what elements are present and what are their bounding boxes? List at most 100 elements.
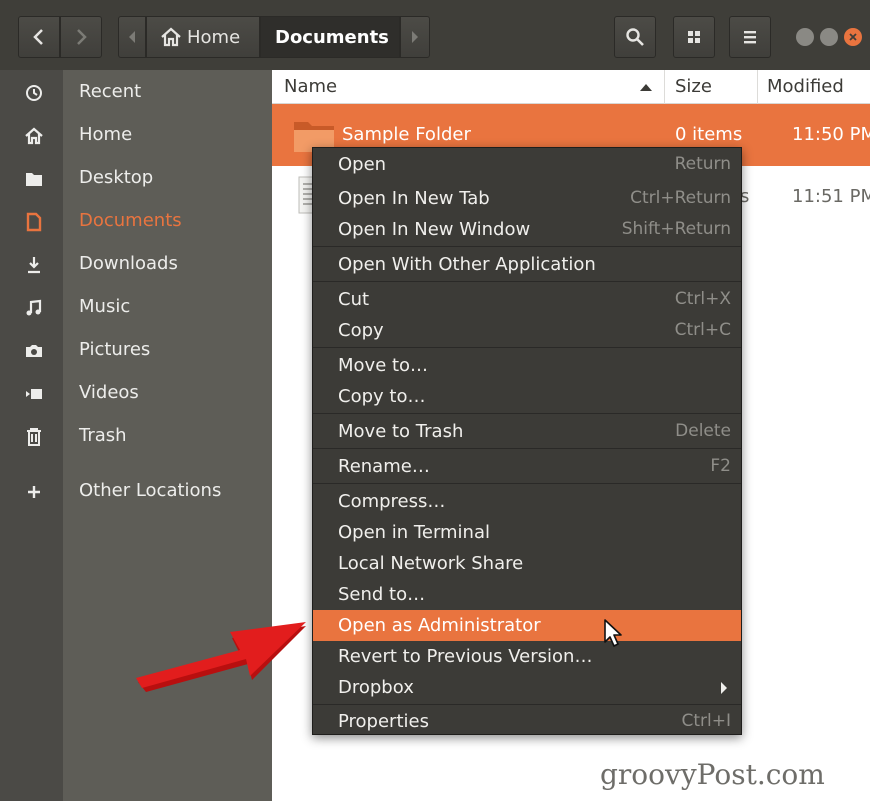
menu-item-open[interactable]: Open Return [313, 149, 741, 180]
annotation-arrow-icon [136, 622, 306, 692]
menu-item-move-to[interactable]: Move to… [313, 350, 741, 381]
menu-item-properties[interactable]: Properties Ctrl+I [313, 706, 741, 737]
menu-item-open-as-administrator[interactable]: Open as Administrator [313, 610, 741, 641]
view-grid-button[interactable] [673, 16, 715, 58]
menu-separator [313, 704, 741, 705]
column-header-size[interactable]: Size [675, 76, 712, 97]
path-scroll-right-button[interactable] [400, 16, 430, 58]
sidebar-item-pictures[interactable]: Pictures [0, 328, 272, 371]
sidebar-item-label: Downloads [79, 253, 178, 274]
menu-item-label: Open With Other Application [338, 254, 596, 275]
sidebar-item-desktop[interactable]: Desktop [0, 156, 272, 199]
sidebar-item-trash[interactable]: Trash [0, 414, 272, 457]
menu-item-label: Cut [338, 289, 370, 310]
column-header-modified[interactable]: Modified [767, 76, 844, 97]
sidebar-item-downloads[interactable]: Downloads [0, 242, 272, 285]
document-icon [26, 212, 42, 232]
menu-separator [313, 281, 741, 282]
path-scroll-left-button[interactable] [118, 16, 146, 58]
path-current-label: Documents [275, 26, 389, 48]
sidebar-item-label: Videos [79, 382, 139, 403]
sidebar-item-label: Music [79, 296, 131, 317]
menu-item-open-in-terminal[interactable]: Open in Terminal [313, 517, 741, 548]
menu-item-send-to[interactable]: Send to… [313, 579, 741, 610]
sort-ascending-icon[interactable] [639, 82, 653, 92]
sidebar-item-label: Trash [79, 425, 127, 446]
file-name: Sample Folder [342, 124, 471, 145]
menu-item-label: Open as Administrator [338, 615, 541, 636]
sidebar-item-recent[interactable]: Recent [0, 70, 272, 113]
close-button[interactable] [844, 28, 862, 46]
maximize-button[interactable] [820, 28, 838, 46]
file-size: 0 items [675, 124, 743, 145]
menu-separator [313, 483, 741, 484]
path-home-button[interactable]: Home [146, 16, 260, 58]
menu-item-label: Open [338, 154, 387, 175]
menu-item-local-network-share[interactable]: Local Network Share [313, 548, 741, 579]
watermark: groovyPost.com [600, 758, 825, 791]
menu-item-open-in-new-tab[interactable]: Open In New Tab Ctrl+Return [313, 183, 741, 214]
menu-item-shortcut: F2 [710, 456, 731, 476]
menu-item-shortcut: Ctrl+C [674, 320, 731, 340]
back-button[interactable] [18, 16, 60, 58]
grid-icon [688, 31, 700, 43]
menu-item-label: Open In New Tab [338, 188, 490, 209]
chevron-left-icon [33, 29, 43, 45]
caret-left-icon [129, 31, 135, 43]
menu-separator [313, 413, 741, 414]
sidebar-item-documents[interactable]: Documents [0, 199, 272, 242]
menu-item-open-with-other-application[interactable]: Open With Other Application [313, 249, 741, 280]
column-separator [664, 70, 665, 104]
menu-item-label: Move to… [338, 355, 429, 376]
menu-item-rename[interactable]: Rename… F2 [313, 451, 741, 482]
menu-item-label: Revert to Previous Version… [338, 646, 593, 667]
menu-item-compress[interactable]: Compress… [313, 486, 741, 517]
sidebar-item-label: Recent [79, 81, 142, 102]
minimize-button[interactable] [796, 28, 814, 46]
menu-item-label: Copy to… [338, 386, 426, 407]
sidebar-item-other-locations[interactable]: Other Locations [0, 469, 272, 512]
menu-item-label: Local Network Share [338, 553, 524, 574]
search-button[interactable] [614, 16, 656, 58]
home-icon [159, 25, 183, 54]
sidebar-item-label: Documents [79, 210, 182, 231]
menu-item-label: Properties [338, 711, 429, 732]
menu-button[interactable] [729, 16, 771, 58]
menu-item-copy[interactable]: Copy Ctrl+C [313, 315, 741, 346]
path-documents-button[interactable]: Documents [260, 16, 400, 58]
sidebar-item-label: Home [79, 124, 133, 145]
music-icon [26, 299, 42, 316]
menu-item-revert-to-previous-version[interactable]: Revert to Previous Version… [313, 641, 741, 672]
menu-item-shortcut: Ctrl+Return [630, 188, 731, 208]
menu-item-dropbox[interactable]: Dropbox [313, 672, 741, 703]
column-header-name[interactable]: Name [284, 76, 337, 97]
forward-button[interactable] [60, 16, 102, 58]
menu-item-label: Rename… [338, 456, 430, 477]
menu-item-shortcut: Delete [675, 421, 731, 441]
sidebar-item-label: Other Locations [79, 480, 222, 501]
menu-item-label: Compress… [338, 491, 446, 512]
menu-item-cut[interactable]: Cut Ctrl+X [313, 284, 741, 315]
menu-item-label: Send to… [338, 584, 426, 605]
path-home-label: Home [187, 26, 241, 48]
video-icon [26, 389, 42, 399]
mouse-pointer-icon [604, 619, 622, 647]
home-icon [25, 127, 43, 145]
plus-icon [28, 486, 40, 498]
sidebar-item-label: Desktop [79, 167, 154, 188]
menu-item-open-in-new-window[interactable]: Open In New Window Shift+Return [313, 214, 741, 245]
sidebar-item-music[interactable]: Music [0, 285, 272, 328]
sidebar-item-videos[interactable]: Videos [0, 371, 272, 414]
sidebar-item-label: Pictures [79, 339, 151, 360]
menu-item-move-to-trash[interactable]: Move to Trash Delete [313, 416, 741, 447]
menu-item-copy-to[interactable]: Copy to… [313, 381, 741, 412]
folder-icon [26, 173, 42, 186]
menu-item-label: Open In New Window [338, 219, 531, 240]
menu-item-shortcut: Ctrl+I [681, 711, 731, 731]
sidebar-item-home[interactable]: Home [0, 113, 272, 156]
menu-item-label: Open in Terminal [338, 522, 490, 543]
header-bar: Home Documents [0, 0, 870, 70]
menu-item-label: Copy [338, 320, 384, 341]
menu-item-shortcut: Shift+Return [621, 219, 731, 239]
file-modified: 11:51 PM [792, 186, 870, 207]
